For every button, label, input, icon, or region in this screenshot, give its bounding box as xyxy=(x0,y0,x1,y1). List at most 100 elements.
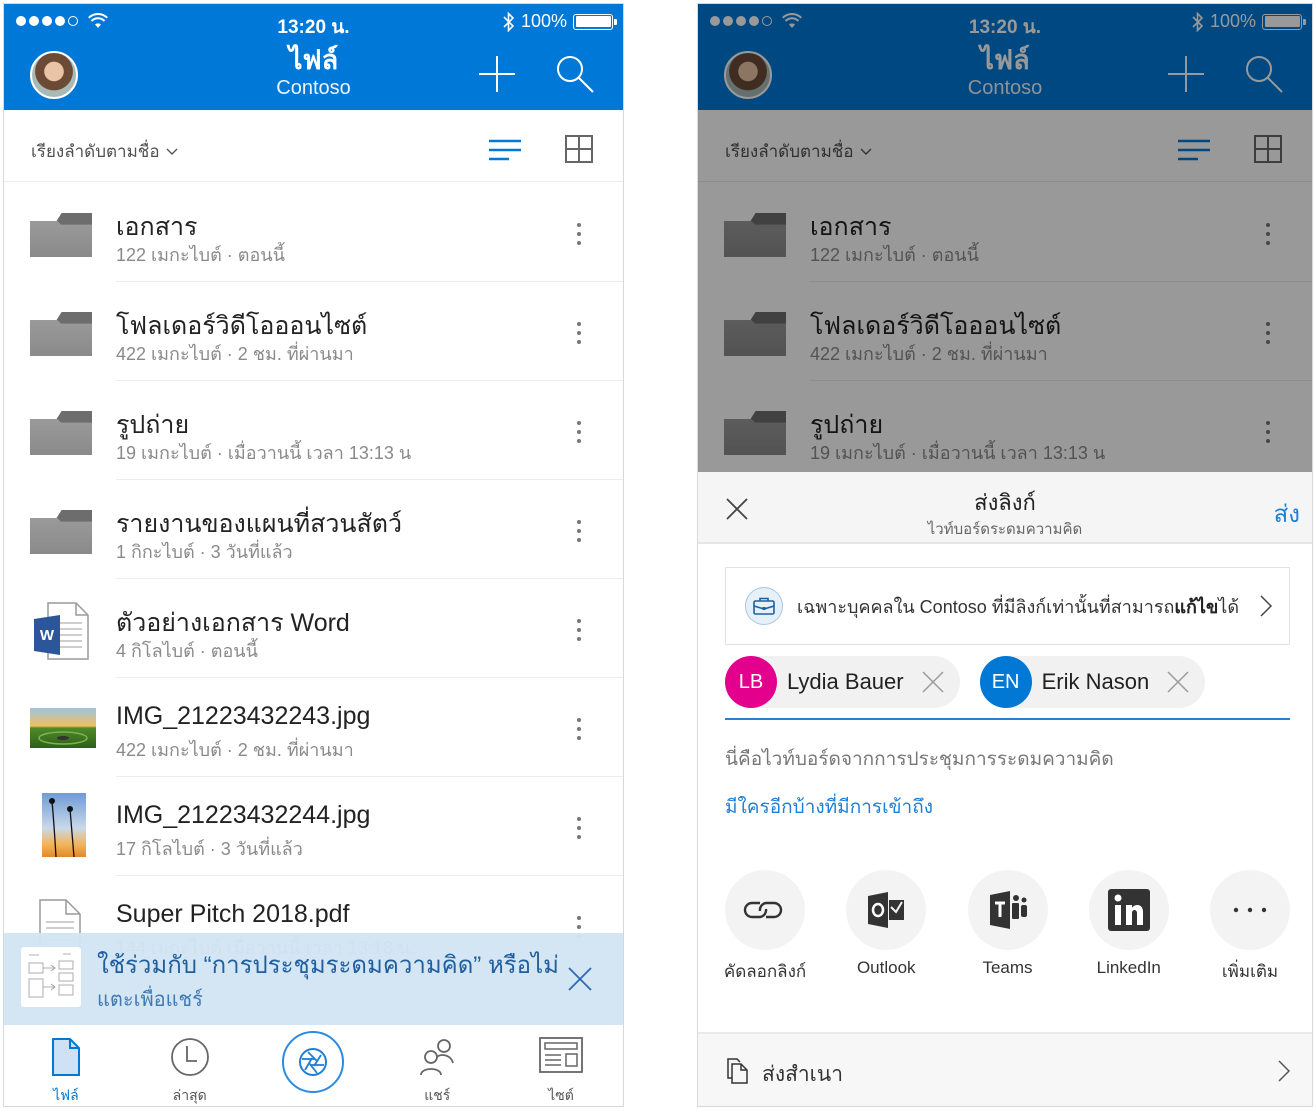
recipient-avatar: LB xyxy=(725,656,777,708)
camera-shutter-icon xyxy=(299,1048,328,1076)
tab-sites[interactable]: ไซต์ xyxy=(499,1025,623,1106)
share-target-outlook[interactable]: Outlook xyxy=(846,870,927,985)
file-type-icon xyxy=(30,793,96,858)
share-suggestion-banner[interactable]: ใช้ร่วมกับ “การประชุมระดมความคิด” หรือไม… xyxy=(4,933,623,1025)
battery-status: 100% xyxy=(503,11,617,32)
recipient-chip[interactable]: EN Erik Nason xyxy=(979,656,1206,708)
tab-label: ไฟล์ xyxy=(53,1087,79,1103)
files-screen: 13:20 น. 100% ไฟล์ Contoso เรียงลำดับตาม… xyxy=(3,3,624,1107)
camera-button[interactable] xyxy=(282,1031,345,1093)
add-button[interactable] xyxy=(475,52,519,96)
chevron-down-icon xyxy=(166,148,178,155)
teams-icon xyxy=(989,891,1027,929)
battery-icon xyxy=(573,13,617,30)
bluetooth-icon xyxy=(503,11,515,32)
clock-icon xyxy=(170,1038,209,1076)
battery-percent: 100% xyxy=(520,11,567,31)
link-permission-setting[interactable]: เฉพาะบุคคลใน Contoso ที่มีลิงก์เท่านั้นท… xyxy=(725,567,1290,645)
file-icon xyxy=(51,1038,80,1076)
sheet-header: ส่งลิงก์ ไวท์บอร์ดระดมความคิด ส่ง xyxy=(698,472,1312,544)
remove-recipient-button[interactable] xyxy=(922,671,944,693)
page-title: ไฟล์ xyxy=(288,45,339,75)
list-view-button[interactable] xyxy=(487,138,523,162)
file-meta: 122 เมกะไบต์ · ตอนนี้ xyxy=(116,245,285,265)
file-list-item[interactable]: W ตัวอย่างเอกสาร Word 4 กิโลไบต์ · ตอนนี้ xyxy=(4,579,623,678)
tab-shared[interactable]: แชร์ xyxy=(375,1025,499,1106)
more-options-button[interactable] xyxy=(569,714,589,744)
file-meta: 422 เมกะไบต์ · 2 ชม. ที่ผ่านมา xyxy=(116,740,354,760)
share-target-more[interactable]: เพิ่มเติม xyxy=(1210,870,1290,985)
send-copy-row[interactable]: ส่งสำเนา xyxy=(698,1032,1312,1106)
recipient-name: Lydia Bauer xyxy=(787,669,904,694)
share-target-copy-link[interactable]: คัดลอกลิงก์ xyxy=(724,870,806,985)
file-name: IMG_21223432244.jpg xyxy=(116,801,371,829)
file-list-item[interactable]: รูปถ่าย 19 เมกะไบต์ · เมื่อวานนี้ เวลา 13… xyxy=(4,381,623,480)
folder-icon xyxy=(30,213,92,257)
battery-level xyxy=(575,16,611,27)
copy-icon xyxy=(727,1058,748,1084)
people-icon xyxy=(420,1039,455,1076)
image-thumbnail-icon xyxy=(42,793,86,858)
recipients-field[interactable]: LB Lydia Bauer EN Erik Nason xyxy=(725,656,1290,720)
word-document-icon: W xyxy=(34,602,89,660)
file-list-item[interactable]: เอกสาร 122 เมกะไบต์ · ตอนนี้ xyxy=(4,183,623,282)
file-type-icon: W xyxy=(30,601,96,660)
chevron-right-icon xyxy=(1260,595,1273,617)
file-list-item[interactable]: IMG_21223432244.jpg 17 กิโลไบต์ · 3 วันที… xyxy=(4,777,623,876)
share-target-label: LinkedIn xyxy=(1096,958,1161,977)
page-subtitle: Contoso xyxy=(276,77,351,99)
image-thumbnail-icon xyxy=(30,708,96,748)
folder-icon xyxy=(30,312,92,356)
file-list-item[interactable]: โฟลเดอร์วิดีโอออนไซต์ 422 เมกะไบต์ · 2 ชม… xyxy=(4,282,623,381)
more-options-button[interactable] xyxy=(569,417,589,447)
recipient-chip[interactable]: LB Lydia Bauer xyxy=(725,656,960,708)
remove-recipient-button[interactable] xyxy=(1167,671,1189,693)
permission-text: เฉพาะบุคคลใน Contoso ที่มีลิงก์เท่านั้นท… xyxy=(797,596,1240,617)
sheet-subtitle: ไวท์บอร์ดระดมความคิด xyxy=(927,521,1083,538)
sort-dropdown[interactable]: เรียงลำดับตามชื่อ xyxy=(31,138,178,165)
file-type-icon xyxy=(30,205,96,261)
more-options-button[interactable] xyxy=(569,219,589,249)
modal-backdrop[interactable] xyxy=(698,4,1312,472)
file-name: Super Pitch 2018.pdf xyxy=(116,900,350,928)
whiteboard-thumbnail xyxy=(21,947,81,1007)
close-banner-button[interactable] xyxy=(567,966,593,992)
more-options-button[interactable] xyxy=(569,318,589,348)
share-target-label: คัดลอกลิงก์ xyxy=(723,962,807,981)
tab-files[interactable]: ไฟล์ xyxy=(4,1025,128,1106)
share-target-label: เพิ่มเติม xyxy=(1221,962,1279,981)
recipient-avatar: EN xyxy=(979,656,1032,708)
grid-view-button[interactable] xyxy=(565,135,593,163)
bottom-tab-bar: ไฟล์ ล่าสุด แชร์ ไซต์ xyxy=(4,1025,623,1106)
banner-title: ใช้ร่วมกับ “การประชุมระดมความคิด” หรือไม… xyxy=(97,952,559,979)
tab-camera[interactable] xyxy=(252,1025,376,1106)
file-list-item[interactable]: IMG_21223432243.jpg 422 เมกะไบต์ · 2 ชม. … xyxy=(4,678,623,777)
tab-recent[interactable]: ล่าสุด xyxy=(128,1025,252,1106)
send-button[interactable]: ส่ง xyxy=(1274,494,1300,533)
more-options-button[interactable] xyxy=(569,516,589,546)
briefcase-icon xyxy=(745,587,783,625)
status-bar: 13:20 น. 100% xyxy=(4,4,623,40)
app-header: 13:20 น. 100% ไฟล์ Contoso xyxy=(4,4,623,110)
file-type-icon xyxy=(30,403,96,459)
tab-label: ล่าสุด xyxy=(172,1087,207,1103)
who-has-access-link[interactable]: มีใครอีกบ้างที่มีการเข้าถึง xyxy=(725,792,933,822)
file-type-icon xyxy=(30,700,96,756)
banner-subtitle: แตะเพื่อแชร์ xyxy=(97,989,203,1011)
send-link-sheet: ส่งลิงก์ ไวท์บอร์ดระดมความคิด ส่ง เฉพาะบ… xyxy=(698,472,1312,1106)
site-icon xyxy=(539,1037,583,1073)
send-copy-label: ส่งสำเนา xyxy=(762,1063,844,1086)
tab-label: แชร์ xyxy=(424,1087,451,1103)
file-meta: 17 กิโลไบต์ · 3 วันที่แล้ว xyxy=(116,839,303,859)
message-input[interactable]: นี่คือไวท์บอร์ดจากการประชุมการระดมความคิ… xyxy=(725,744,1114,774)
file-list-item[interactable]: รายงานของแผนที่สวนสัตว์ 1 กิกะไบต์ · 3 วั… xyxy=(4,480,623,579)
file-name: IMG_21223432243.jpg xyxy=(116,702,371,730)
sheet-title: ส่งลิงก์ xyxy=(974,490,1036,515)
sort-label: เรียงลำดับตามชื่อ xyxy=(31,142,160,161)
more-options-button[interactable] xyxy=(569,813,589,843)
more-options-button[interactable] xyxy=(569,615,589,645)
search-button[interactable] xyxy=(553,52,597,96)
share-target-linkedin[interactable]: LinkedIn xyxy=(1088,870,1169,985)
share-target-teams[interactable]: Teams xyxy=(967,870,1048,985)
file-type-icon xyxy=(30,502,96,558)
